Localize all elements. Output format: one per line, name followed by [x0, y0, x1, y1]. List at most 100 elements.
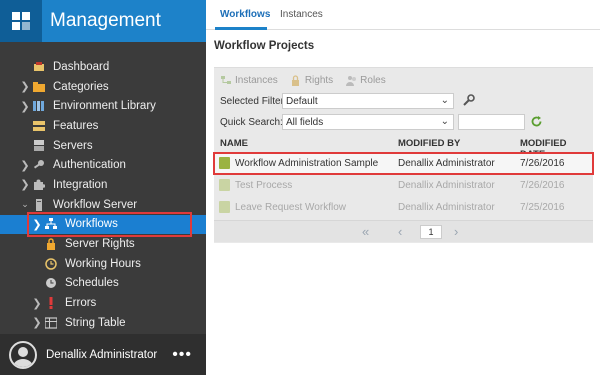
table-row[interactable]: Workflow Administration Sample Denallix … — [214, 153, 593, 174]
schedule-icon — [44, 277, 57, 290]
row-name: Test Process — [235, 180, 293, 191]
row-modified-date: 7/26/2016 — [520, 180, 565, 191]
sidebar-item-label: Errors — [65, 297, 97, 310]
sidebar-nav: Dashboard ❯ Categories ❯ Environment Lib… — [0, 57, 206, 333]
previous-page-icon[interactable]: ‹ — [398, 224, 402, 239]
wrench-icon[interactable] — [462, 94, 475, 110]
table-row[interactable]: Leave Request Workflow Denallix Administ… — [214, 197, 593, 218]
chevron-right-icon[interactable]: ❯ — [20, 80, 30, 93]
lock-icon — [290, 74, 302, 86]
puzzle-icon — [32, 178, 45, 191]
quick-search-field-value: All fields — [286, 116, 324, 128]
key-icon — [32, 159, 45, 172]
server-icon — [32, 198, 45, 211]
servers-icon — [32, 139, 45, 152]
next-page-icon[interactable]: › — [454, 224, 458, 239]
sidebar-item-label: Schedules — [65, 277, 119, 290]
sidebar-item-servers[interactable]: Servers — [0, 136, 206, 156]
main-content: Workflows Instances Workflow Projects In… — [206, 0, 600, 375]
sidebar-item-workflows[interactable]: ❯ Workflows — [0, 214, 206, 235]
app-header: Management — [0, 0, 206, 42]
lock-icon — [44, 238, 57, 251]
chevron-right-icon[interactable]: ❯ — [32, 218, 42, 231]
instances-label: Instances — [235, 74, 278, 86]
tab-instances[interactable]: Instances — [280, 9, 323, 20]
sidebar-item-label: Categories — [53, 80, 109, 93]
chevron-down-icon[interactable]: ⌄ — [20, 199, 30, 210]
dashboard-icon — [32, 60, 45, 73]
chevron-right-icon[interactable]: ❯ — [32, 297, 42, 310]
quick-search-field-select[interactable]: All fields ⌄ — [282, 114, 454, 130]
toolbar: Instances Rights Roles — [214, 72, 392, 88]
first-page-icon[interactable]: « — [362, 224, 369, 239]
workflow-project-icon — [219, 201, 230, 213]
sidebar-item-server-rights[interactable]: Server Rights — [0, 234, 206, 254]
sidebar-item-integration[interactable]: ❯ Integration — [0, 175, 206, 195]
sidebar-item-label: Integration — [53, 178, 108, 191]
sidebar-item-label: Working Hours — [65, 257, 141, 270]
sidebar-item-label: Workflows — [65, 218, 118, 231]
selected-filter-label: Selected Filter: — [220, 95, 287, 107]
sidebar-item-environment-library[interactable]: ❯ Environment Library — [0, 96, 206, 116]
table-header: NAME MODIFIED BY MODIFIED DATE — [214, 134, 593, 160]
features-icon — [32, 119, 45, 132]
row-modified-by: Denallix Administrator — [398, 158, 495, 169]
tab-bar: Workflows Instances — [206, 0, 600, 30]
sidebar-item-authentication[interactable]: ❯ Authentication — [0, 155, 206, 175]
selected-filter-select[interactable]: Default ⌄ — [282, 93, 454, 109]
workflow-projects-panel: Instances Rights Roles Selected Filter: … — [213, 67, 594, 243]
more-options-icon[interactable]: ••• — [172, 346, 192, 364]
row-name: Leave Request Workflow — [235, 202, 346, 213]
page-number-input[interactable]: 1 — [420, 225, 442, 239]
column-name[interactable]: NAME — [220, 138, 248, 149]
row-modified-by: Denallix Administrator — [398, 202, 495, 213]
chevron-down-icon: ⌄ — [440, 95, 449, 106]
chevron-right-icon[interactable]: ❯ — [20, 178, 30, 191]
sidebar-item-label: Dashboard — [53, 60, 110, 73]
tab-workflows[interactable]: Workflows — [220, 9, 270, 20]
row-modified-by: Denallix Administrator — [398, 180, 495, 191]
sidebar-item-dashboard[interactable]: Dashboard — [0, 57, 206, 77]
sidebar-item-working-hours[interactable]: Working Hours — [0, 254, 206, 274]
sidebar-item-categories[interactable]: ❯ Categories — [0, 77, 206, 97]
user-bar: Denallix Administrator ••• — [0, 334, 206, 375]
roles-icon — [345, 74, 357, 86]
table-row[interactable]: Test Process Denallix Administrator 7/26… — [214, 175, 593, 196]
chevron-right-icon[interactable]: ❯ — [20, 159, 30, 172]
rights-label: Rights — [304, 74, 334, 86]
sidebar-item-string-table[interactable]: ❯ String Table — [0, 313, 206, 333]
chevron-right-icon[interactable]: ❯ — [32, 316, 42, 329]
column-modified-by[interactable]: MODIFIED BY — [398, 138, 460, 149]
user-name: Denallix Administrator — [46, 348, 158, 361]
sidebar-item-errors[interactable]: ❯ Errors — [0, 293, 206, 313]
roles-button[interactable]: Roles — [345, 74, 386, 86]
page-title: Workflow Projects — [214, 40, 315, 52]
active-tab-indicator — [215, 27, 267, 30]
sidebar-item-label: Features — [53, 119, 99, 132]
table-icon — [44, 316, 57, 329]
sidebar-item-label: Server Rights — [65, 238, 135, 251]
sidebar-item-features[interactable]: Features — [0, 116, 206, 136]
sidebar-item-label: Servers — [53, 139, 93, 152]
rights-button[interactable]: Rights — [290, 74, 333, 86]
sidebar-item-label: Authentication — [53, 159, 126, 172]
chevron-right-icon[interactable]: ❯ — [20, 100, 30, 113]
quick-search-input[interactable] — [458, 114, 525, 130]
instances-button[interactable]: Instances — [220, 74, 278, 86]
workflow-project-icon — [219, 179, 230, 191]
sidebar-item-schedules[interactable]: Schedules — [0, 274, 206, 294]
app-logo-icon[interactable] — [0, 0, 42, 42]
avatar[interactable] — [9, 340, 37, 369]
row-modified-date: 7/26/2016 — [520, 158, 565, 169]
row-modified-date: 7/25/2016 — [520, 202, 565, 213]
error-icon — [44, 297, 57, 310]
library-icon — [32, 100, 45, 113]
instances-icon — [220, 74, 232, 86]
sidebar-item-label: Workflow Server — [53, 198, 138, 211]
refresh-icon[interactable] — [530, 115, 543, 131]
selected-filter-value: Default — [286, 95, 318, 107]
sidebar-item-label: String Table — [65, 316, 126, 329]
folder-icon — [32, 80, 45, 93]
sidebar-item-workflow-server[interactable]: ⌄ Workflow Server — [0, 195, 206, 215]
roles-label: Roles — [360, 74, 386, 86]
